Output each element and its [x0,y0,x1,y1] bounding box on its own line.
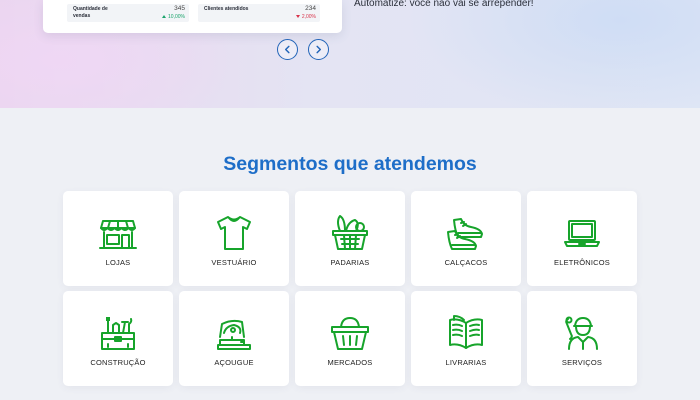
segment-card-acougue[interactable]: AÇOUGUE [179,291,289,386]
stat-label: Quantidade de vendas [73,6,108,19]
stat-change: 2,00% [295,14,316,20]
segment-card-construcao[interactable]: CONSTRUÇÃO [63,291,173,386]
stat-label: Clientes atendidos [204,6,249,12]
segments-grid: LOJAS VESTUÁRIO PADARIAS CALÇACOS ELETRÔ… [63,191,637,386]
segment-label: SERVIÇOS [561,358,603,367]
bread-basket-icon [328,211,372,255]
segment-card-mercados[interactable]: MERCADOS [295,291,405,386]
hero-section: Quantidade de vendas 345 10,00% Clientes… [0,0,700,108]
meat-scale-icon [212,311,256,355]
stat-change: 10,00% [162,14,185,20]
segment-card-vestuario[interactable]: VESTUÁRIO [179,191,289,286]
segment-label: PADARIAS [330,258,370,267]
stat-value: 345 [174,5,185,12]
chevron-right-icon [316,45,322,54]
segment-card-livrarias[interactable]: LIVRARIAS [411,291,521,386]
dashboard-preview-card: Quantidade de vendas 345 10,00% Clientes… [43,0,342,33]
hero-tagline: Automatize: você não vai se arrepender! [354,0,534,9]
segment-card-lojas[interactable]: LOJAS [63,191,173,286]
segment-label: LOJAS [105,258,131,267]
segment-label: CALÇACOS [444,258,488,267]
segment-card-servicos[interactable]: SERVIÇOS [527,291,637,386]
segment-label: VESTUÁRIO [211,258,257,267]
tshirt-icon [212,211,256,255]
chevron-left-icon [284,45,290,54]
segment-label: AÇOUGUE [214,358,254,367]
segment-card-calcacos[interactable]: CALÇACOS [411,191,521,286]
shopping-basket-icon [328,311,372,355]
segments-title: Segmentos que atendemos [223,153,477,175]
segment-card-eletronicos[interactable]: ELETRÔNICOS [527,191,637,286]
sneakers-icon [444,211,488,255]
toolbox-icon [96,311,140,355]
open-book-icon [444,311,488,355]
stat-value: 234 [305,5,316,12]
carousel-prev-button[interactable] [277,39,298,60]
laptop-icon [560,211,604,255]
segment-label: MERCADOS [327,358,373,367]
trend-down-icon [295,15,300,19]
segment-label: CONSTRUÇÃO [90,358,146,367]
stat-sales: Quantidade de vendas 345 10,00% [67,4,189,22]
stat-customers: Clientes atendidos 234 2,00% [198,4,320,22]
segment-label: ELETRÔNICOS [554,258,610,267]
segment-card-padarias[interactable]: PADARIAS [295,191,405,286]
segment-label: LIVRARIAS [445,358,487,367]
storefront-icon [96,211,140,255]
repairman-icon [560,311,604,355]
trend-up-icon [162,15,167,19]
carousel-next-button[interactable] [308,39,329,60]
